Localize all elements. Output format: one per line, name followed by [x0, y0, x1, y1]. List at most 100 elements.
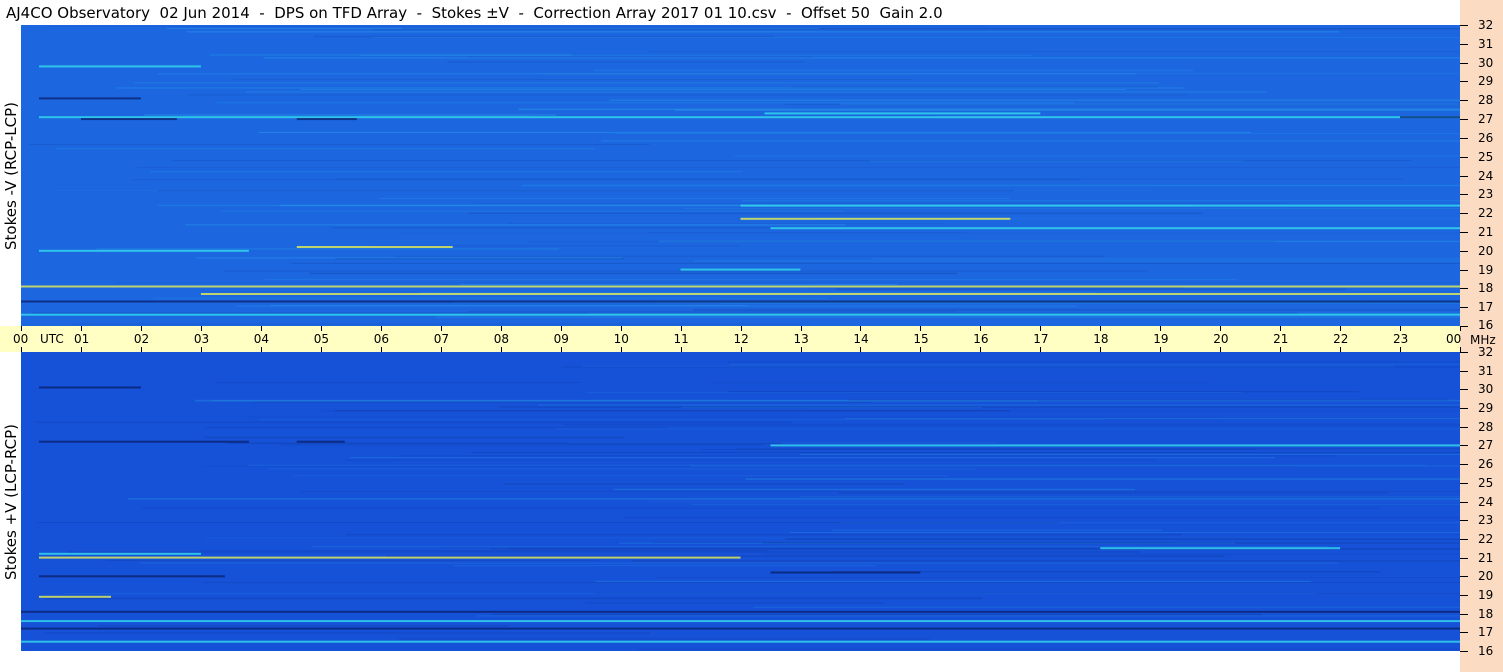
texture-stripe — [840, 103, 1459, 105]
bottom-panel-ylabel: Stokes +V (LCP-RCP) — [2, 424, 20, 580]
texture-stripe — [379, 197, 1011, 200]
texture-stripe — [291, 262, 1460, 264]
texture-stripe — [614, 488, 1136, 491]
time-tick-label: 10 — [613, 332, 629, 346]
texture-stripe — [259, 131, 1252, 133]
time-tick-mark — [1040, 326, 1042, 331]
texture-stripe — [720, 303, 1460, 304]
texture-stripe — [335, 258, 625, 260]
time-tick-label: 03 — [193, 332, 210, 346]
texture-stripe — [615, 133, 1460, 134]
texture-stripe — [311, 546, 1329, 548]
emission-band — [770, 227, 1460, 230]
time-tick-label: 12 — [733, 332, 749, 346]
texture-stripe — [300, 89, 1126, 91]
texture-stripe — [733, 155, 1460, 157]
texture-stripe — [459, 283, 898, 286]
frequency-tick-mark — [1460, 156, 1468, 158]
frequency-tick-label: 22 — [1478, 206, 1494, 221]
frequency-tick-mark — [1460, 632, 1468, 634]
texture-stripe — [435, 316, 1460, 318]
texture-stripe — [789, 532, 1460, 533]
texture-stripe — [345, 534, 1182, 536]
frequency-tick-mark — [1460, 62, 1468, 64]
time-tick-label: 16 — [973, 332, 989, 346]
frequency-tick-label: 32 — [1478, 345, 1494, 359]
texture-stripe — [200, 550, 769, 552]
frequency-tick-label: 30 — [1478, 55, 1494, 70]
time-tick-mark — [200, 326, 202, 331]
texture-stripe — [139, 562, 1339, 564]
texture-stripe — [97, 625, 509, 627]
texture-stripe — [142, 507, 1379, 509]
texture-stripe — [153, 297, 827, 299]
bottom-spectrogram-svg — [21, 361, 1460, 650]
emission-band — [1400, 116, 1460, 119]
frequency-tick-label: 18 — [1478, 281, 1494, 296]
frequency-tick-mark — [1460, 464, 1468, 466]
texture-stripe — [105, 560, 599, 562]
time-tick-label: 00 — [13, 332, 29, 346]
time-tick-mark — [81, 326, 82, 331]
texture-stripe — [115, 282, 1460, 283]
texture-stripe — [250, 401, 871, 403]
frequency-tick-mark — [1460, 445, 1468, 447]
frequency-tick-label: 20 — [1478, 569, 1494, 584]
texture-stripe — [37, 522, 1060, 523]
texture-stripe — [67, 551, 1141, 553]
frequency-tick-mark — [1460, 501, 1468, 503]
texture-stripe — [205, 426, 668, 428]
texture-stripe — [655, 577, 1460, 579]
emission-band — [1100, 547, 1341, 550]
time-tick-label: 00 — [1446, 332, 1462, 346]
texture-stripe — [127, 498, 1460, 500]
time-tick-mark — [500, 326, 502, 331]
texture-stripe — [29, 144, 650, 145]
texture-stripe — [595, 580, 1312, 582]
texture-stripe — [137, 166, 1460, 168]
frequency-tick-label: 24 — [1478, 168, 1494, 183]
frequency-tick-label: 16 — [1478, 318, 1494, 332]
texture-stripe — [281, 444, 764, 446]
time-tick-label: 06 — [373, 332, 390, 346]
frequency-tick-mark — [1460, 538, 1468, 540]
frequency-tick-mark — [1460, 250, 1468, 252]
emission-band — [296, 118, 357, 121]
stokes-minus-v-spectrogram — [21, 25, 1460, 326]
frequency-tick-label: 25 — [1478, 475, 1494, 490]
texture-stripe — [263, 57, 1460, 59]
emission-band — [21, 300, 1460, 303]
emission-band — [740, 217, 1011, 220]
texture-stripe — [745, 478, 1460, 480]
time-tick-label: 02 — [133, 332, 150, 346]
emission-band — [21, 640, 1460, 643]
texture-stripe — [690, 503, 1460, 505]
texture-stripe — [753, 606, 1460, 608]
texture-stripe — [468, 212, 1203, 214]
texture-stripe — [503, 483, 905, 485]
texture-stripe — [309, 272, 957, 275]
frequency-tick-label: 23 — [1478, 513, 1494, 528]
texture-stripe — [556, 428, 1460, 430]
emission-band — [39, 386, 141, 389]
texture-stripe — [601, 140, 1460, 142]
frequency-tick-mark — [1460, 175, 1468, 177]
time-tick-mark — [1100, 326, 1102, 331]
texture-stripe — [224, 270, 1149, 272]
texture-stripe — [144, 114, 557, 116]
frequency-tick-mark — [1460, 43, 1468, 45]
time-tick-label: 14 — [853, 332, 869, 346]
time-axis: 00 01 02 03 04 05 06 07 08 09 10 11 12 13 14 15 16 17 18 19… — [0, 326, 1462, 352]
frequency-tick-label: 31 — [1478, 36, 1494, 51]
texture-stripe — [726, 361, 1460, 363]
texture-stripe — [647, 51, 1460, 52]
frequency-tick-mark — [1460, 389, 1468, 391]
time-tick-mark — [140, 326, 142, 331]
frequency-tick-label: 31 — [1478, 363, 1494, 378]
frequency-tick-mark — [1460, 613, 1468, 615]
time-tick-mark — [1220, 326, 1222, 331]
frequency-tick-label: 17 — [1478, 625, 1494, 640]
frequency-tick-label: 32 — [1478, 18, 1494, 32]
texture-stripe — [265, 278, 1238, 280]
frequency-tick-label: 29 — [1478, 401, 1494, 416]
